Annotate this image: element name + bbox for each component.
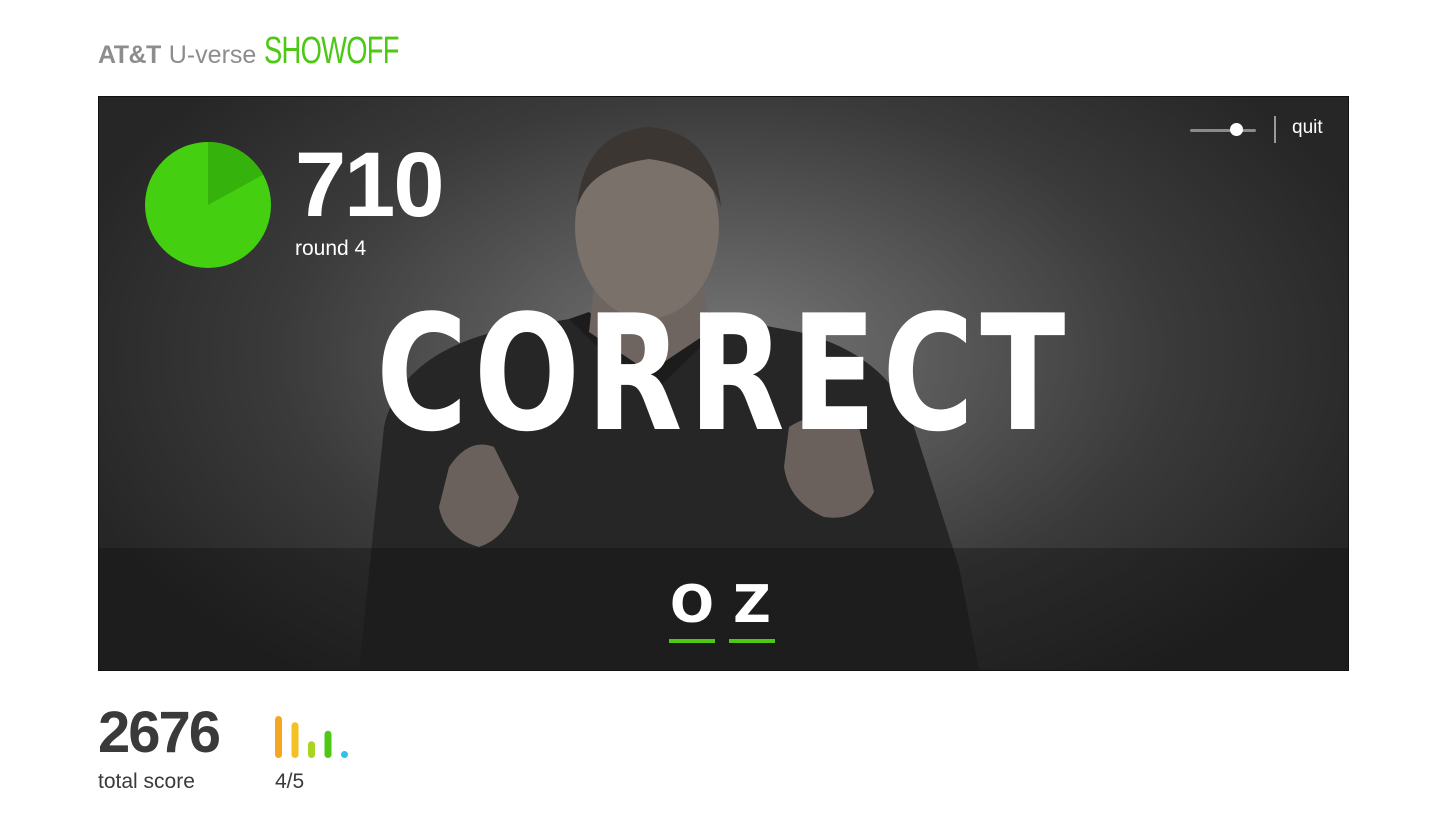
quit-button[interactable]: quit [1292, 117, 1323, 139]
volume-slider[interactable] [1190, 120, 1258, 140]
volume-track [1190, 129, 1256, 132]
logo-uverse: U-verse [168, 41, 257, 69]
round-progress-bars [275, 716, 348, 758]
logo-showoff: SHOWOFF [264, 30, 400, 72]
logo-att: AT&T [98, 41, 161, 69]
total-score-label: total score [98, 770, 195, 793]
round-label: round 4 [295, 237, 367, 260]
answer-letter-text: O [669, 575, 715, 635]
timer-pie [145, 142, 271, 268]
round-score: 710 [295, 134, 444, 236]
round-bar [308, 741, 315, 758]
round-bar [291, 722, 299, 758]
round-bar [341, 751, 348, 758]
answer-letters: O Z [669, 575, 775, 643]
answer-letter: O [669, 575, 715, 643]
feedback-label: CORRECT [375, 280, 1072, 467]
round-bar [275, 716, 282, 758]
letter-underline [669, 639, 715, 643]
game-screen: AT&T U-verse SHOWOFF 710 round 4 quit CO… [0, 0, 1446, 829]
volume-knob[interactable] [1229, 123, 1243, 136]
round-progress-label: 4/5 [275, 770, 305, 793]
answer-letter-text: Z [733, 575, 771, 635]
header-divider [1274, 116, 1276, 143]
app-logo: AT&T U-verse SHOWOFF [98, 30, 452, 73]
video-stage: 710 round 4 quit CORRECT O Z [98, 96, 1349, 671]
letter-underline [729, 639, 775, 643]
round-bar [324, 730, 332, 758]
answer-letter: Z [729, 575, 775, 643]
total-score: 2676 [98, 700, 221, 765]
feedback-text: CORRECT [99, 294, 1348, 454]
